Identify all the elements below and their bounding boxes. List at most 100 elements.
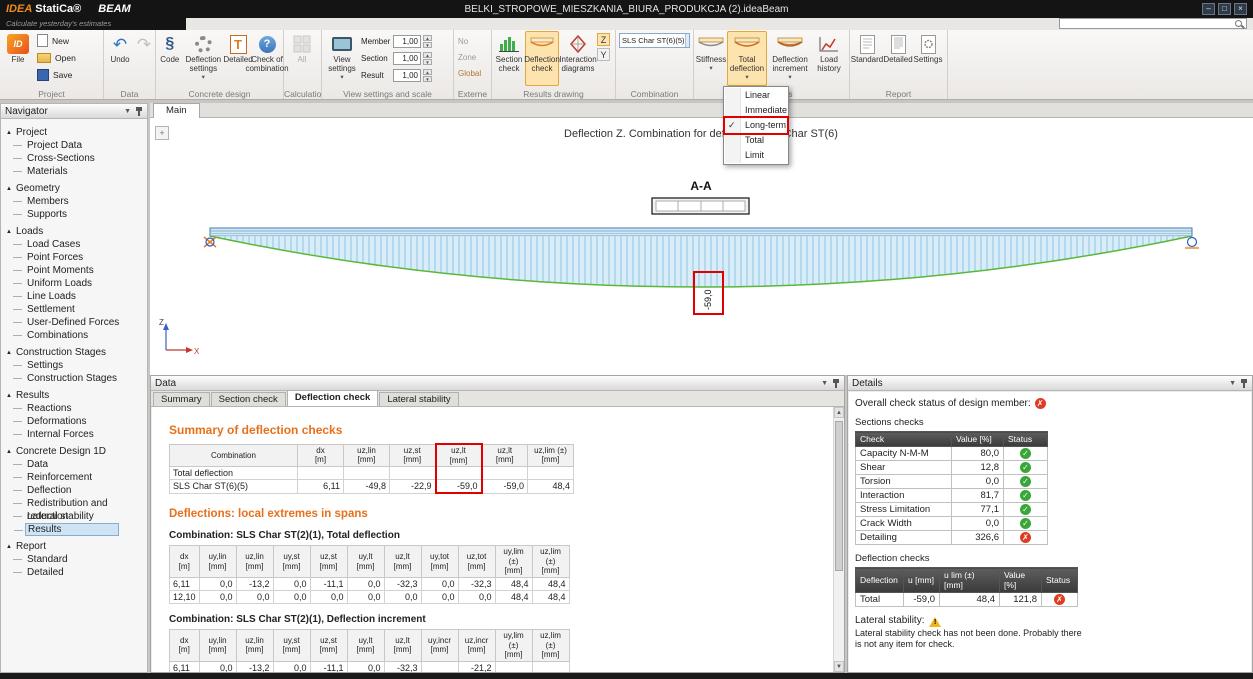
menu-item-limit[interactable]: Limit [725, 148, 787, 163]
stiffness-button[interactable]: Stiffness ▾ [695, 31, 727, 86]
ribbon-group-data: ↶ Undo ↷ Data [104, 30, 156, 99]
pin-icon[interactable] [1240, 378, 1248, 388]
menu-item-long-term[interactable]: ✓ Long-term [723, 116, 789, 135]
externe-global-button[interactable]: Global [455, 65, 484, 81]
panel-menu-icon[interactable]: ▼ [124, 108, 131, 115]
sidebar-item-point-moments[interactable]: Point Moments [13, 264, 147, 277]
total-deflection-button[interactable]: Total deflection ▾ [727, 31, 767, 86]
deflection-settings-button[interactable]: Deflection settings ▾ [183, 31, 224, 86]
sidebar-item-detailed[interactable]: Detailed [13, 566, 147, 579]
undo-button[interactable]: ↶ Undo [105, 31, 135, 86]
report-settings-button[interactable]: Settings [913, 31, 943, 86]
sidebar-item-combinations[interactable]: Combinations [13, 329, 147, 342]
menu-item-linear[interactable]: Linear [725, 88, 787, 103]
sidebar-item-data[interactable]: Data [13, 458, 147, 471]
load-history-button[interactable]: Load history [813, 31, 845, 86]
report-standard-button[interactable]: Standard [851, 31, 883, 86]
calculate-all-button[interactable]: All [285, 31, 319, 86]
sidebar-item-deformations[interactable]: Deformations [13, 415, 147, 428]
tab-deflection-check[interactable]: Deflection check [286, 390, 379, 406]
sidebar-item-construction-stages[interactable]: Construction Stages [13, 372, 147, 385]
minimize-button[interactable]: – [1202, 3, 1215, 15]
pin-icon[interactable] [832, 378, 840, 388]
scroll-down-icon[interactable]: ▼ [834, 661, 844, 672]
interaction-diagrams-button[interactable]: Interaction diagrams [559, 31, 597, 86]
tab-summary[interactable]: Summary [153, 392, 210, 406]
view-settings-button[interactable]: View settings ▾ [323, 31, 361, 86]
combination-select[interactable]: SLS Char ST(6)(5) ▼ [619, 33, 690, 48]
file-button[interactable]: ID File [1, 31, 35, 86]
menu-item-total[interactable]: Total [725, 133, 787, 148]
section-scale-stepper[interactable]: ▲ ▼ [423, 52, 432, 65]
navigator-section-loads[interactable]: ▲ Loads [1, 225, 147, 238]
sidebar-item-uniform-loads[interactable]: Uniform Loads [13, 277, 147, 290]
panel-menu-icon[interactable]: ▼ [821, 380, 828, 387]
data-panel-scrollbar[interactable]: ▲ ▼ [833, 407, 844, 672]
sidebar-item-lateral-stability[interactable]: Lateral stability [13, 510, 147, 523]
sidebar-item-internal-forces[interactable]: Internal Forces [13, 428, 147, 441]
chevron-down-icon: ▼ [684, 34, 689, 47]
sidebar-item-user-defined-forces[interactable]: User-Defined Forces [13, 316, 147, 329]
fit-to-view-button[interactable]: + [155, 126, 169, 140]
sidebar-item-cross-sections[interactable]: Cross-Sections [13, 152, 147, 165]
tab-main[interactable]: Main [153, 103, 200, 118]
sidebar-item-line-loads[interactable]: Line Loads [13, 290, 147, 303]
navigator-section-geometry[interactable]: ▲ Geometry [1, 182, 147, 195]
navigator-section-project[interactable]: ▲ Project [1, 126, 147, 139]
chevron-down-icon: ▾ [745, 73, 749, 81]
sidebar-item-deflection[interactable]: Deflection [13, 484, 147, 497]
sidebar-item-supports[interactable]: Supports [13, 208, 147, 221]
navigator-section-construction-stages[interactable]: ▲ Construction Stages [1, 346, 147, 359]
maximize-button[interactable]: □ [1218, 3, 1231, 15]
tab-lateral-stability[interactable]: Lateral stability [379, 392, 459, 406]
section-scale-input[interactable]: 1,00 [393, 52, 421, 65]
panel-menu-icon[interactable]: ▼ [1229, 380, 1236, 387]
drawing-canvas[interactable]: + Deflection Z. Combination for deflecti… [150, 118, 1253, 375]
document-title: BELKI_STROPOWE_MIESZKANIA_BIURA_PRODUKCJ… [464, 3, 789, 15]
navigator-section-results[interactable]: ▲ Results [1, 389, 147, 402]
deflection-increment-button[interactable]: Deflection increment ▾ [767, 31, 813, 86]
y-direction-button[interactable]: Y [597, 48, 610, 61]
sidebar-item-load-cases[interactable]: Load Cases [13, 238, 147, 251]
member-scale-stepper[interactable]: ▲ ▼ [423, 35, 432, 48]
new-button[interactable]: New [35, 32, 97, 49]
ribbon-group-calculation: All Calculation [284, 30, 322, 99]
sidebar-item-results[interactable]: Results [14, 523, 119, 536]
sidebar-item-reinforcement[interactable]: Reinforcement [13, 471, 147, 484]
section-check-button[interactable]: Section check [493, 31, 525, 86]
sidebar-item-settings[interactable]: Settings [13, 359, 147, 372]
save-button[interactable]: Save [35, 66, 97, 83]
question-icon: ? [258, 35, 276, 53]
z-direction-button[interactable]: Z [597, 33, 610, 46]
sidebar-item-point-forces[interactable]: Point Forces [13, 251, 147, 264]
externe-no-button[interactable]: No [455, 33, 484, 49]
report-detailed-button[interactable]: Detailed [883, 31, 913, 86]
sidebar-item-redistribution-and-reduction[interactable]: Redistribution and reduction [13, 497, 147, 522]
tab-section-check[interactable]: Section check [210, 392, 286, 406]
sidebar-item-members[interactable]: Members [13, 195, 147, 208]
externe-zone-button[interactable]: Zone [455, 49, 484, 65]
sidebar-item-settlement[interactable]: Settlement [13, 303, 147, 316]
search-box[interactable] [1059, 18, 1247, 29]
navigator-section-report[interactable]: ▲ Report [1, 540, 147, 553]
sidebar-item-reactions[interactable]: Reactions [13, 402, 147, 415]
sidebar-item-standard[interactable]: Standard [13, 553, 147, 566]
pin-icon[interactable] [135, 106, 143, 116]
group-label-externe: Externe [457, 89, 488, 99]
open-button[interactable]: Open [35, 49, 97, 66]
menu-item-immediate[interactable]: Immediate [725, 103, 787, 118]
scroll-up-icon[interactable]: ▲ [834, 407, 844, 418]
navigator-section-concrete-design-1d[interactable]: ▲ Concrete Design 1D [1, 445, 147, 458]
result-scale-input[interactable]: 1,00 [393, 69, 421, 82]
scrollbar-thumb[interactable] [835, 421, 843, 571]
code-button[interactable]: § Code [157, 31, 183, 86]
redo-button[interactable]: ↷ [135, 31, 153, 86]
result-scale-stepper[interactable]: ▲ ▼ [423, 69, 432, 82]
deflection-check-button[interactable]: Deflection check [524, 31, 560, 86]
undo-icon: ↶ [112, 34, 128, 54]
check-of-combination-button[interactable]: ? Check of combination [245, 31, 289, 86]
close-button[interactable]: × [1234, 3, 1247, 15]
member-scale-input[interactable]: 1,00 [393, 35, 421, 48]
sidebar-item-project-data[interactable]: Project Data [13, 139, 147, 152]
sidebar-item-materials[interactable]: Materials [13, 165, 147, 178]
